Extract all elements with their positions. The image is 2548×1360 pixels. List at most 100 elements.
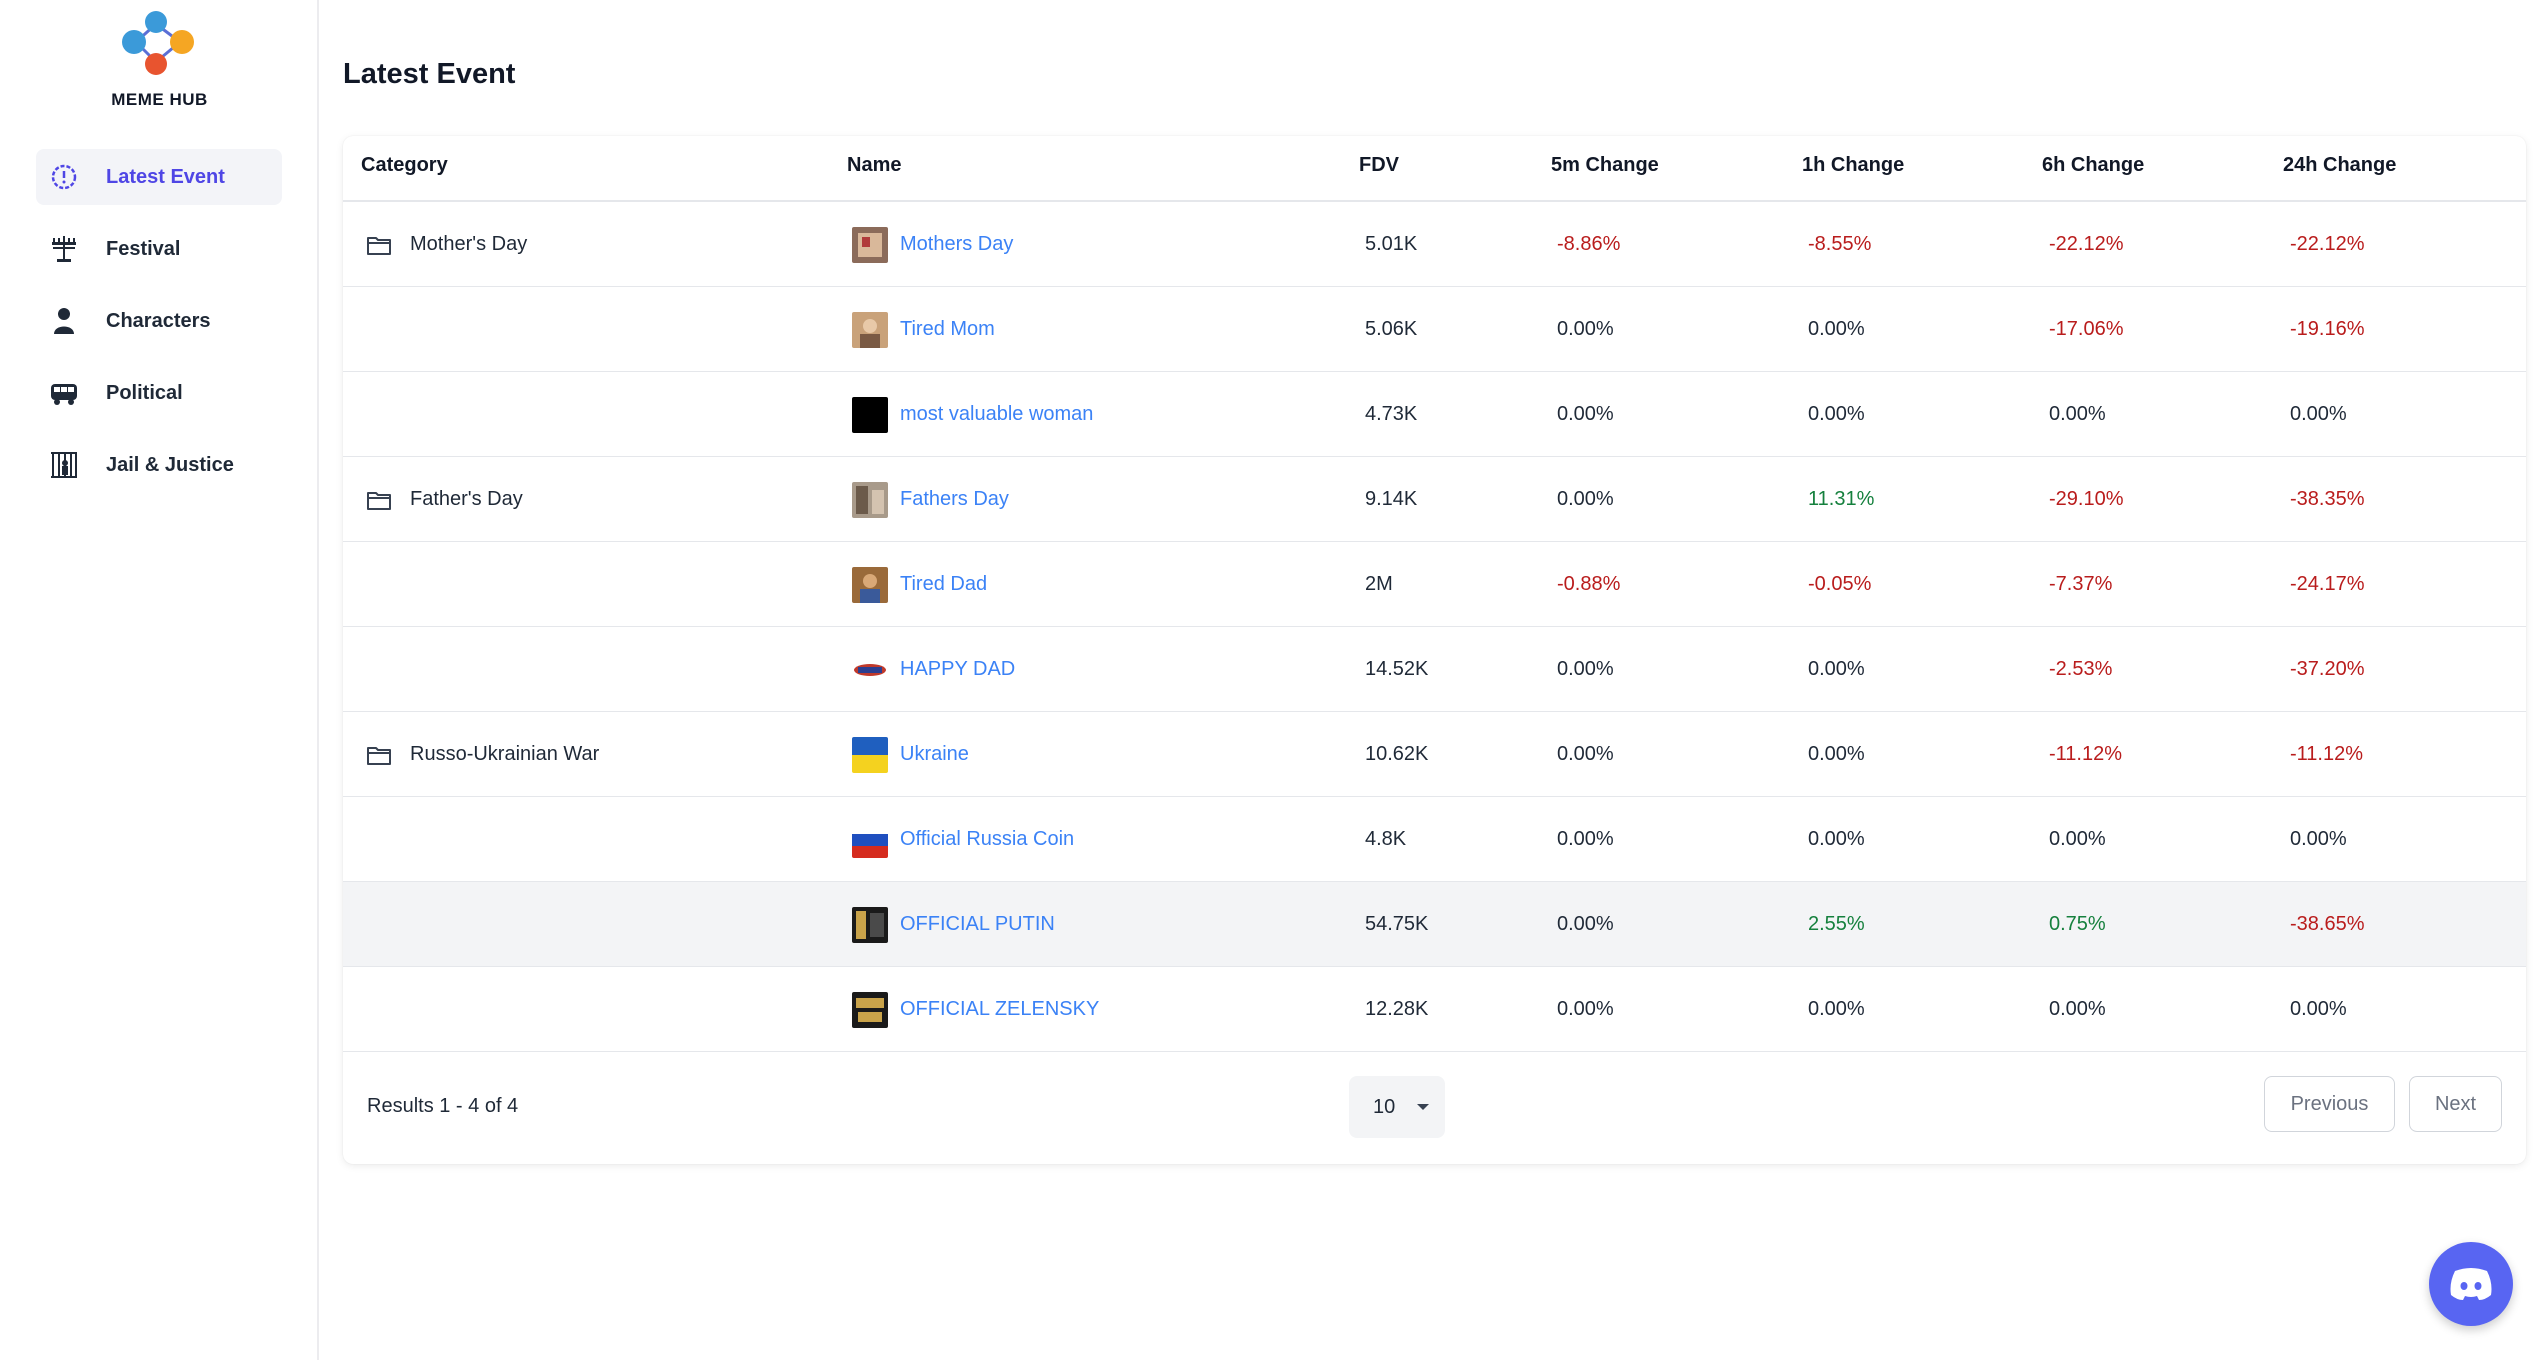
per-page-select[interactable]: 10 <box>1349 1076 1445 1138</box>
table-row: Father's Day Fathers Day 9.14K 0.00% 11.… <box>343 457 2526 542</box>
table-row: Tired Dad 2M -0.88% -0.05% -7.37% -24.17… <box>343 542 2526 627</box>
next-button[interactable]: Next <box>2409 1076 2502 1132</box>
sidebar-item-label: Characters <box>106 309 211 332</box>
category-cell[interactable]: Mother's Day <box>366 202 527 287</box>
token-name-link[interactable]: HAPPY DAD <box>900 658 1015 681</box>
folder-icon <box>367 236 391 255</box>
category-cell[interactable]: Russo-Ukrainian War <box>366 712 599 797</box>
token-name-link[interactable]: Fathers Day <box>900 488 1009 511</box>
token-thumbnail-icon <box>852 991 888 1028</box>
sidebar-item-jail-justice[interactable]: Jail & Justice <box>36 437 282 493</box>
fdv-cell: 10.62K <box>1365 743 1429 765</box>
fdv-cell: 5.06K <box>1365 318 1418 340</box>
header-fdv[interactable]: FDV <box>1359 154 1399 177</box>
header-name[interactable]: Name <box>847 154 901 177</box>
token-name-link[interactable]: most valuable woman <box>900 403 1093 426</box>
change-5m-cell: -0.88% <box>1557 573 1621 595</box>
table-row: Russo-Ukrainian War Ukraine 10.62K 0.00%… <box>343 712 2526 797</box>
change-24h-cell: -24.17% <box>2290 573 2365 595</box>
table-row: OFFICIAL ZELENSKY 12.28K 0.00% 0.00% 0.0… <box>343 967 2526 1052</box>
sidebar-item-characters[interactable]: Characters <box>36 293 282 349</box>
name-cell: Mothers Day <box>852 202 1013 287</box>
change-24h-cell: -38.35% <box>2290 488 2365 510</box>
header-1h-change[interactable]: 1h Change <box>1802 154 1904 177</box>
sidebar-item-label: Latest Event <box>106 165 225 188</box>
name-cell: HAPPY DAD <box>852 627 1015 712</box>
discord-icon <box>2450 1268 2492 1300</box>
change-6h-cell: -2.53% <box>2049 658 2113 680</box>
change-6h-cell: -22.12% <box>2049 233 2124 255</box>
token-name-link[interactable]: Official Russia Coin <box>900 828 1074 851</box>
table-header: Category Name FDV 5m Change 1h Change 6h… <box>343 136 2526 202</box>
page-title: Latest Event <box>343 58 516 90</box>
header-24h-change[interactable]: 24h Change <box>2283 154 2396 177</box>
header-category[interactable]: Category <box>361 154 448 177</box>
event-clock-icon <box>48 161 80 193</box>
change-1h-cell: 0.00% <box>1808 998 1865 1020</box>
table-row: Mother's Day Mothers Day 5.01K -8.86% -8… <box>343 202 2526 287</box>
change-6h-cell: 0.00% <box>2049 998 2106 1020</box>
token-thumbnail-icon <box>852 736 888 773</box>
change-1h-cell: 0.00% <box>1808 828 1865 850</box>
name-cell: OFFICIAL PUTIN <box>852 882 1055 967</box>
events-table-card: Category Name FDV 5m Change 1h Change 6h… <box>343 136 2526 1164</box>
change-1h-cell: 2.55% <box>1808 913 1865 935</box>
sidebar: MEME HUB Latest Event Festival Character… <box>0 0 319 1360</box>
fdv-cell: 4.73K <box>1365 403 1418 425</box>
name-cell: Tired Dad <box>852 542 987 627</box>
token-thumbnail-icon <box>852 906 888 943</box>
token-thumbnail-icon <box>852 566 888 603</box>
change-5m-cell: 0.00% <box>1557 403 1614 425</box>
sidebar-item-label: Political <box>106 381 183 404</box>
sidebar-nav: Latest Event Festival Characters Politic… <box>36 149 282 509</box>
token-name-link[interactable]: Tired Mom <box>900 318 995 341</box>
table-footer: Results 1 - 4 of 4 10 Previous Next <box>343 1048 2526 1164</box>
token-thumbnail-icon <box>852 226 888 263</box>
token-name-link[interactable]: OFFICIAL ZELENSKY <box>900 998 1099 1021</box>
fdv-cell: 12.28K <box>1365 998 1429 1020</box>
change-1h-cell: -8.55% <box>1808 233 1872 255</box>
per-page-value: 10 <box>1373 1095 1396 1118</box>
name-cell: OFFICIAL ZELENSKY <box>852 967 1099 1052</box>
token-name-link[interactable]: Tired Dad <box>900 573 987 596</box>
header-6h-change[interactable]: 6h Change <box>2042 154 2144 177</box>
change-5m-cell: 0.00% <box>1557 828 1614 850</box>
change-6h-cell: 0.00% <box>2049 828 2106 850</box>
change-1h-cell: 11.31% <box>1808 488 1875 510</box>
table-row: HAPPY DAD 14.52K 0.00% 0.00% -2.53% -37.… <box>343 627 2526 712</box>
change-1h-cell: 0.00% <box>1808 403 1865 425</box>
fdv-cell: 2M <box>1365 573 1393 595</box>
brand-name: MEME HUB <box>111 90 208 109</box>
sidebar-item-festival[interactable]: Festival <box>36 221 282 277</box>
previous-button[interactable]: Previous <box>2264 1076 2395 1132</box>
change-5m-cell: 0.00% <box>1557 913 1614 935</box>
token-name-link[interactable]: OFFICIAL PUTIN <box>900 913 1055 936</box>
fdv-cell: 14.52K <box>1365 658 1429 680</box>
results-count: Results 1 - 4 of 4 <box>367 1094 519 1117</box>
sidebar-item-label: Festival <box>106 237 181 260</box>
token-thumbnail-icon <box>852 396 888 433</box>
folder-icon <box>367 491 391 510</box>
token-name-link[interactable]: Mothers Day <box>900 233 1013 256</box>
header-5m-change[interactable]: 5m Change <box>1551 154 1659 177</box>
change-24h-cell: 0.00% <box>2290 828 2347 850</box>
table-row: most valuable woman 4.73K 0.00% 0.00% 0.… <box>343 372 2526 457</box>
discord-chat-button[interactable] <box>2429 1242 2513 1326</box>
table-row: Tired Mom 5.06K 0.00% 0.00% -17.06% -19.… <box>343 287 2526 372</box>
change-5m-cell: -8.86% <box>1557 233 1621 255</box>
sidebar-item-label: Jail & Justice <box>106 453 234 476</box>
fdv-cell: 9.14K <box>1365 488 1418 510</box>
change-5m-cell: 0.00% <box>1557 488 1614 510</box>
sidebar-item-political[interactable]: Political <box>36 365 282 421</box>
name-cell: Tired Mom <box>852 287 995 372</box>
fdv-cell: 4.8K <box>1365 828 1407 850</box>
sidebar-item-latest-event[interactable]: Latest Event <box>36 149 282 205</box>
meme-hub-logo[interactable] <box>108 6 208 76</box>
change-6h-cell: -7.37% <box>2049 573 2113 595</box>
category-cell[interactable]: Father's Day <box>366 457 523 542</box>
name-cell: Fathers Day <box>852 457 1009 542</box>
change-5m-cell: 0.00% <box>1557 318 1614 340</box>
token-thumbnail-icon <box>852 311 888 348</box>
change-1h-cell: 0.00% <box>1808 658 1865 680</box>
token-name-link[interactable]: Ukraine <box>900 743 969 766</box>
